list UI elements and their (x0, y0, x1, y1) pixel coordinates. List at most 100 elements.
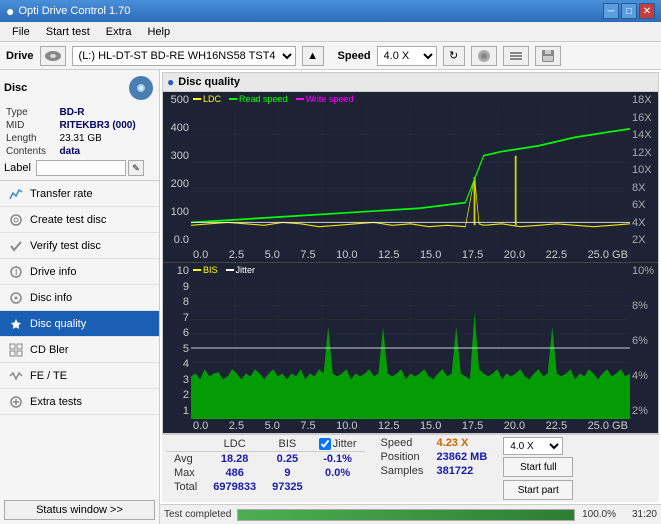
nav-label-extra-tests: Extra tests (30, 396, 82, 408)
create-test-disc-icon (8, 212, 24, 228)
progress-area: Test completed 100.0% 31:20 (160, 504, 661, 524)
contents-value: data (58, 145, 155, 158)
menu-start-test[interactable]: Start test (38, 24, 98, 40)
jitter-check-label: Jitter (333, 438, 357, 450)
stats-bis-header: BIS (264, 437, 311, 452)
extra-tests-icon (8, 394, 24, 410)
speed-row: Speed 4.23 X (381, 437, 488, 449)
menu-extra[interactable]: Extra (98, 24, 140, 40)
stats-max-row: Max 486 9 0.0% (166, 466, 365, 480)
disc-table: Type BD-R MID RITEKBR3 (000) Length 23.3… (4, 106, 155, 158)
sidebar-item-transfer-rate[interactable]: Transfer rate (0, 181, 159, 207)
settings-button2[interactable] (503, 46, 529, 66)
speed-display-value: 4.23 X (437, 437, 469, 449)
nav-label-disc-info: Disc info (30, 292, 72, 304)
samples-label: Samples (381, 465, 433, 477)
speed-select[interactable]: 4.0 X 2.0 X 8.0 X (377, 46, 437, 66)
upper-chart-y-axis-right: 18X 16X 14X 12X 10X 8X 6X 4X 2X (630, 92, 658, 246)
start-part-button[interactable]: Start part (503, 480, 573, 500)
bis-legend-item: BIS (193, 265, 218, 275)
svg-text:i: i (15, 266, 17, 278)
type-label: Type (4, 106, 58, 119)
sidebar-item-cd-bler[interactable]: CD Bler (0, 337, 159, 363)
main-layout: Disc Type BD-R MID RITEKBR3 (000) Length (0, 70, 661, 524)
samples-row: Samples 381722 (381, 465, 488, 477)
read-speed-legend-item: Read speed (229, 94, 288, 104)
drive-icon-btn[interactable] (40, 46, 66, 66)
sidebar-item-disc-quality[interactable]: Disc quality (0, 311, 159, 337)
maximize-button[interactable]: □ (621, 3, 637, 19)
sidebar-item-extra-tests[interactable]: Extra tests (0, 389, 159, 415)
jitter-checkbox[interactable] (319, 438, 331, 450)
menu-help[interactable]: Help (139, 24, 178, 40)
nav-items: Transfer rate Create test disc Verify te… (0, 181, 159, 496)
stats-total-label: Total (166, 480, 205, 494)
sidebar-item-drive-info[interactable]: i Drive info (0, 259, 159, 285)
minimize-button[interactable]: ─ (603, 3, 619, 19)
status-window-button[interactable]: Status window >> (4, 500, 155, 520)
stats-max-jitter: 0.0% (311, 466, 365, 480)
disc-quality-icon (8, 316, 24, 332)
upper-chart-y-axis-left: 500 400 300 200 100 0.0 (163, 92, 191, 246)
jitter-legend-color (226, 269, 234, 271)
save-button[interactable] (535, 46, 561, 66)
chart-header-icon: ● (167, 75, 174, 89)
label-row: Label ✎ (4, 160, 155, 176)
disc-label-input[interactable] (36, 160, 126, 176)
stats-total-ldc: 6979833 (205, 480, 264, 494)
disc-label-edit-btn[interactable]: ✎ (128, 160, 144, 176)
ldc-legend-label: LDC (203, 94, 221, 104)
samples-value: 381722 (437, 465, 474, 477)
bis-legend-color (193, 269, 201, 271)
stats-table: LDC BIS Jitter Avg (166, 437, 365, 494)
stats-speed-select[interactable]: 4.0 X (503, 437, 563, 455)
stats-empty-header (166, 437, 205, 452)
refresh-button[interactable]: ↻ (443, 46, 465, 66)
disc-icon (127, 74, 155, 102)
position-label: Position (381, 451, 433, 463)
start-full-button[interactable]: Start full (503, 457, 573, 477)
upper-chart-x-axis: 0.0 2.5 5.0 7.5 10.0 12.5 15.0 17.5 20.0… (191, 248, 630, 262)
sidebar: Disc Type BD-R MID RITEKBR3 (000) Length (0, 70, 160, 524)
settings-button1[interactable] (471, 46, 497, 66)
right-stats: Speed 4.23 X Position 23862 MB Samples 3… (381, 437, 488, 477)
app-title: Opti Drive Control 1.70 (14, 5, 603, 17)
sidebar-item-create-test-disc[interactable]: Create test disc (0, 207, 159, 233)
stats-avg-bis: 0.25 (264, 452, 311, 467)
stats-avg-ldc: 18.28 (205, 452, 264, 467)
nav-label-transfer-rate: Transfer rate (30, 188, 93, 200)
position-value: 23862 MB (437, 451, 488, 463)
disc-label-label: Label (4, 162, 34, 174)
speed-display-label: Speed (381, 437, 433, 449)
mid-value: RITEKBR3 (000) (58, 119, 155, 132)
nav-label-create-test-disc: Create test disc (30, 214, 106, 226)
position-row: Position 23862 MB (381, 451, 488, 463)
drive-label: Drive (6, 50, 34, 62)
eject-button[interactable]: ▲ (302, 46, 324, 66)
sidebar-item-disc-info[interactable]: Disc info (0, 285, 159, 311)
stats-max-label: Max (166, 466, 205, 480)
app-icon: ● (6, 3, 14, 19)
stats-avg-row: Avg 18.28 0.25 -0.1% (166, 452, 365, 467)
disc-info-icon (8, 290, 24, 306)
stats-avg-label: Avg (166, 452, 205, 467)
jitter-legend-item: Jitter (226, 265, 256, 275)
lower-chart-legend: BIS Jitter (193, 265, 255, 275)
action-buttons: Start full Start part (503, 457, 573, 500)
upper-chart: LDC Read speed Write speed 500 (163, 92, 658, 263)
progress-bar-fill (238, 510, 574, 520)
menu-file[interactable]: File (4, 24, 38, 40)
chart-title: Disc quality (178, 76, 240, 88)
drive-select[interactable]: (L:) HL-DT-ST BD-RE WH16NS58 TST4 (72, 46, 296, 66)
disc-panel-title: Disc (4, 82, 27, 94)
mid-label: MID (4, 119, 58, 132)
close-button[interactable]: ✕ (639, 3, 655, 19)
sidebar-item-fe-te[interactable]: FE / TE (0, 363, 159, 389)
nav-label-disc-quality: Disc quality (30, 318, 86, 330)
stats-total-jitter (311, 480, 365, 494)
sidebar-item-verify-test-disc[interactable]: Verify test disc (0, 233, 159, 259)
cd-bler-icon (8, 342, 24, 358)
length-value: 23.31 GB (58, 132, 155, 145)
drivebar: Drive (L:) HL-DT-ST BD-RE WH16NS58 TST4 … (0, 42, 661, 70)
window-controls: ─ □ ✕ (603, 3, 655, 19)
